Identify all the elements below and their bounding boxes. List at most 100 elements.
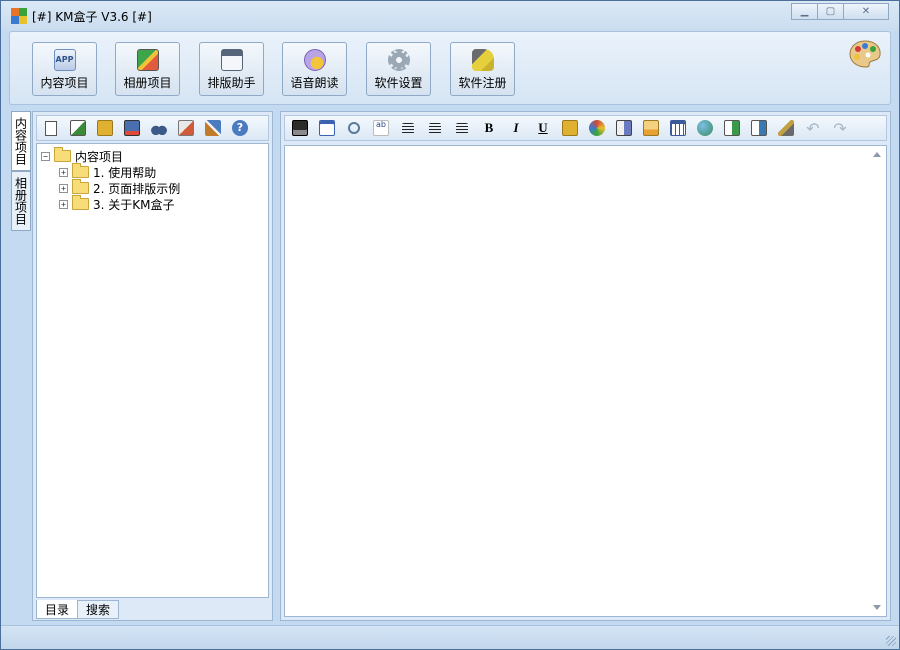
open-folder-icon: [97, 120, 113, 136]
insert-image-icon: [643, 120, 659, 136]
title-bar: [#] KM盒子 V3.6 [#] ▁ ▢ ✕: [1, 1, 899, 31]
font-color-icon: [589, 120, 605, 136]
import-button[interactable]: [721, 118, 743, 138]
settings-tools-button[interactable]: [202, 118, 224, 138]
main-ribbon: APP 内容项目 相册项目 排版助手 语音朗读 软件设置 软件注册: [9, 31, 891, 105]
software-register-button[interactable]: 软件注册: [450, 42, 515, 96]
spellcheck-button[interactable]: ab: [370, 118, 392, 138]
software-settings-button[interactable]: 软件设置: [366, 42, 431, 96]
edit-tools-button[interactable]: [175, 118, 197, 138]
undo-icon: ↶: [806, 118, 820, 138]
settings-tools-icon: [205, 120, 221, 136]
copy-document-button[interactable]: [67, 118, 89, 138]
redo-icon: ↷: [833, 118, 847, 138]
close-button[interactable]: ✕: [843, 3, 889, 20]
binoculars-button[interactable]: [148, 118, 170, 138]
tab-search-label: 搜索: [86, 603, 111, 617]
open-folder-button[interactable]: [94, 118, 116, 138]
save-button[interactable]: [289, 118, 311, 138]
palette-icon[interactable]: [848, 39, 882, 69]
help-icon: ?: [232, 120, 248, 136]
insert-folder-button[interactable]: [559, 118, 581, 138]
underline-button[interactable]: U: [532, 118, 554, 138]
left-toolbar: ?: [36, 115, 269, 141]
status-bar: [1, 625, 899, 649]
voice-reading-button[interactable]: 语音朗读: [282, 42, 347, 96]
content-project-label: 内容项目: [40, 76, 89, 90]
font-icon: [616, 120, 632, 136]
editor-area[interactable]: [284, 145, 887, 617]
collapse-icon[interactable]: −: [41, 151, 50, 161]
key-icon: [471, 49, 494, 71]
tab-catalog[interactable]: 目录: [36, 600, 79, 619]
expand-icon[interactable]: +: [59, 199, 68, 209]
folder-icon: [72, 195, 89, 210]
right-panel: ab B I U ↶ ↷: [280, 111, 891, 621]
align-center-button[interactable]: [424, 118, 446, 138]
clear-format-icon: [778, 120, 794, 136]
italic-button[interactable]: I: [505, 118, 527, 138]
photo-album-button[interactable]: 相册项目: [115, 42, 180, 96]
align-center-icon: [429, 122, 441, 134]
scroll-up-icon[interactable]: [873, 152, 881, 157]
clear-format-button[interactable]: [775, 118, 797, 138]
expand-icon[interactable]: +: [59, 167, 68, 177]
insert-link-icon: [697, 120, 713, 136]
layout-assistant-button[interactable]: 排版助手: [199, 42, 264, 96]
tree-item-label: 1. 使用帮助: [93, 165, 157, 180]
left-panel: ? − 内容项目 + 1. 使用帮助 + 2. 页面排版示例 + 3. 关于KM: [32, 111, 273, 621]
maximize-icon: ▢: [825, 6, 836, 17]
tab-content-project[interactable]: 内容项目: [11, 111, 31, 171]
content-tree: − 内容项目 + 1. 使用帮助 + 2. 页面排版示例 + 3. 关于KM盒子: [36, 143, 269, 598]
find-button[interactable]: [343, 118, 365, 138]
import-icon: [724, 120, 740, 136]
tab-photo-album[interactable]: 相册项目: [11, 171, 31, 231]
find-icon: [348, 122, 360, 134]
layout-icon: [220, 49, 243, 71]
insert-table-button[interactable]: [667, 118, 689, 138]
font-button[interactable]: [613, 118, 635, 138]
bottom-tab-strip: 目录 搜索: [36, 600, 120, 619]
vertical-scrollbar[interactable]: [869, 146, 886, 616]
binoculars-icon: [151, 120, 167, 136]
window-controls: ▁ ▢ ✕: [791, 3, 889, 20]
word-icon: [319, 120, 335, 136]
monitor-button[interactable]: [121, 118, 143, 138]
folder-icon: [72, 179, 89, 194]
photo-album-icon: [136, 49, 159, 71]
align-right-button[interactable]: [451, 118, 473, 138]
tree-root[interactable]: − 内容项目: [41, 147, 268, 164]
tree-item[interactable]: + 3. 关于KM盒子: [41, 195, 268, 212]
scroll-down-icon[interactable]: [873, 605, 881, 610]
spellcheck-icon: ab: [373, 120, 389, 136]
insert-image-button[interactable]: [640, 118, 662, 138]
editor-toolbar: ab B I U ↶ ↷: [284, 115, 887, 141]
expand-icon[interactable]: +: [59, 183, 68, 193]
word-button[interactable]: [316, 118, 338, 138]
maximize-button[interactable]: ▢: [817, 3, 844, 20]
folder-icon: [54, 147, 71, 162]
side-tab-strip: 内容项目 相册项目: [11, 111, 31, 231]
align-right-icon: [456, 122, 468, 134]
bold-icon: B: [484, 120, 494, 135]
app-logo-icon: [11, 8, 27, 24]
software-register-label: 软件注册: [458, 76, 507, 90]
tree-item[interactable]: + 1. 使用帮助: [41, 163, 268, 180]
tree-item[interactable]: + 2. 页面排版示例: [41, 179, 268, 196]
tab-search[interactable]: 搜索: [77, 600, 120, 619]
minimize-button[interactable]: ▁: [791, 3, 818, 20]
voice-reading-label: 语音朗读: [290, 76, 339, 90]
help-button[interactable]: ?: [229, 118, 251, 138]
content-project-button[interactable]: APP 内容项目: [32, 42, 97, 96]
align-left-button[interactable]: [397, 118, 419, 138]
export-icon: [751, 120, 767, 136]
save-icon: [292, 120, 308, 136]
export-button[interactable]: [748, 118, 770, 138]
undo-button[interactable]: ↶: [802, 118, 824, 138]
resize-grip-icon[interactable]: [886, 636, 896, 646]
new-document-button[interactable]: [40, 118, 62, 138]
insert-link-button[interactable]: [694, 118, 716, 138]
bold-button[interactable]: B: [478, 118, 500, 138]
font-color-button[interactable]: [586, 118, 608, 138]
redo-button[interactable]: ↷: [829, 118, 851, 138]
